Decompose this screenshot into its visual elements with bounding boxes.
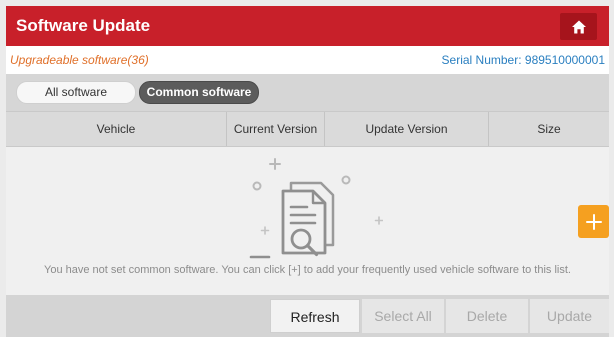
serial-value: 989510000001 xyxy=(524,53,605,67)
plus-icon xyxy=(585,213,602,230)
delete-button[interactable]: Delete xyxy=(446,299,528,333)
empty-state-message: You have not set common software. You ca… xyxy=(44,264,571,276)
add-software-button[interactable] xyxy=(578,205,609,238)
table-header: Vehicle Current Version Update Version S… xyxy=(6,111,609,147)
empty-document-icon xyxy=(249,158,383,259)
select-all-button[interactable]: Select All xyxy=(362,299,444,333)
tabs-row: All software Common software xyxy=(6,74,609,111)
title-bar: Software Update xyxy=(6,6,609,46)
column-header-current-version: Current Version xyxy=(227,112,325,146)
home-button[interactable] xyxy=(560,13,597,40)
update-button[interactable]: Update xyxy=(530,299,609,333)
serial-number: Serial Number: 989510000001 xyxy=(442,46,605,74)
tab-common-software[interactable]: Common software xyxy=(139,81,259,104)
software-list-area: You have not set common software. You ca… xyxy=(6,147,609,295)
tab-all-software[interactable]: All software xyxy=(16,81,136,104)
column-header-size: Size xyxy=(537,122,561,136)
action-bar: Refresh Select All Delete Update xyxy=(6,295,609,337)
serial-label: Serial Number: xyxy=(441,53,522,67)
software-update-screen: Software Update Upgradeable software(36)… xyxy=(0,0,614,337)
column-header-vehicle: Vehicle xyxy=(6,112,227,146)
refresh-button[interactable]: Refresh xyxy=(270,299,360,333)
upgradeable-count: Upgradeable software(36) xyxy=(10,53,149,67)
home-icon xyxy=(571,20,586,33)
page-title: Software Update xyxy=(16,16,151,35)
info-strip: Upgradeable software(36) Serial Number: … xyxy=(6,46,609,74)
column-header-update-version: Update Version xyxy=(325,112,489,146)
